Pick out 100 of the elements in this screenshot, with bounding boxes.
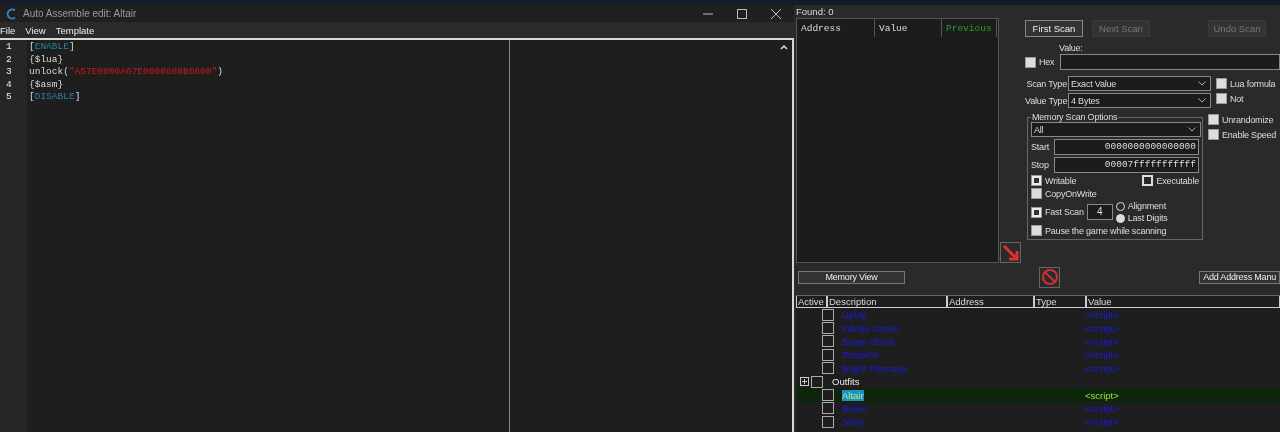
no-entry-icon bbox=[1040, 268, 1059, 286]
checkbox-label: Enable Speed bbox=[1222, 129, 1277, 140]
line-number: 1 bbox=[5, 41, 13, 54]
checkbox[interactable] bbox=[822, 335, 834, 348]
arrow-button[interactable] bbox=[1000, 242, 1021, 263]
window-title: Auto Assemble edit: Altair bbox=[23, 8, 137, 19]
checkbox[interactable] bbox=[1216, 93, 1227, 104]
value-input[interactable] bbox=[1060, 54, 1280, 70]
checkbox[interactable] bbox=[822, 308, 834, 321]
checkbox[interactable] bbox=[1031, 225, 1042, 236]
checkbox-label: Not bbox=[1230, 93, 1244, 104]
memory-view-button[interactable]: Memory View bbox=[798, 270, 905, 284]
column-header[interactable]: Value bbox=[875, 19, 942, 37]
add-address-button[interactable]: Add Address Manu bbox=[1199, 270, 1280, 284]
code-line: [ENABLE] bbox=[29, 41, 76, 54]
column-header[interactable]: Address bbox=[797, 19, 875, 37]
menu-item[interactable]: File bbox=[0, 24, 16, 36]
checkbox[interactable] bbox=[822, 402, 834, 415]
entry-description: Uplay bbox=[842, 309, 867, 321]
scroll-up-icon[interactable] bbox=[780, 44, 788, 50]
checkbox[interactable] bbox=[822, 389, 834, 402]
menu-item[interactable]: Template bbox=[55, 24, 95, 36]
value-label: Value: bbox=[1059, 43, 1084, 53]
close-icon[interactable] bbox=[770, 7, 782, 20]
entry-description: Bright Plumage bbox=[842, 362, 907, 374]
scan-button[interactable]: First Scan bbox=[1025, 20, 1083, 37]
checkbox[interactable] bbox=[1208, 114, 1219, 125]
table-row[interactable]: Altair <script> bbox=[796, 388, 1280, 402]
checkbox[interactable] bbox=[811, 375, 823, 388]
column-header[interactable]: Previous bbox=[942, 19, 997, 37]
column-header[interactable]: Value bbox=[1086, 296, 1280, 308]
column-header[interactable]: Type bbox=[1034, 296, 1086, 308]
entry-value: <script> bbox=[1085, 335, 1119, 347]
scan-type-dropdown[interactable]: Exact Value bbox=[1068, 76, 1211, 91]
checkbox-label: Executable bbox=[1156, 175, 1199, 186]
app-logo-icon bbox=[6, 7, 18, 20]
entry-description: Tempest bbox=[842, 349, 878, 361]
stop-button[interactable] bbox=[1039, 266, 1060, 288]
checkbox-label: Lua formula bbox=[1230, 78, 1276, 89]
column-header[interactable]: Address bbox=[947, 296, 1034, 308]
region-dropdown[interactable]: All bbox=[1031, 122, 1201, 137]
checkbox-label: CopyOnWrite bbox=[1045, 188, 1097, 199]
scan-type-label: Scan Type bbox=[1025, 78, 1067, 89]
code-line: {$lua} bbox=[29, 53, 65, 67]
radio-label: Alignment bbox=[1127, 201, 1166, 211]
entry-value: <script> bbox=[1085, 416, 1119, 428]
radio-button[interactable] bbox=[1115, 201, 1125, 211]
chevron-down-icon bbox=[1198, 98, 1206, 103]
code-line: unlock("A57E0800A67E0800888B0800") bbox=[29, 66, 224, 79]
group-title: Memory Scan Options bbox=[1031, 112, 1119, 122]
chevron-down-icon bbox=[1188, 127, 1196, 132]
table-row[interactable]: Outfits bbox=[796, 374, 1280, 389]
menu-item[interactable]: View bbox=[25, 24, 46, 36]
line-number: 5 bbox=[5, 91, 13, 104]
fast-scan-field[interactable]: 4 bbox=[1086, 204, 1113, 220]
results-list[interactable]: Address Value Previous bbox=[796, 18, 999, 263]
entry-value: <script> bbox=[1085, 362, 1119, 374]
entry-value: <script> bbox=[1085, 402, 1119, 414]
radio-button[interactable] bbox=[1115, 213, 1125, 223]
stop-address-field[interactable]: 00007fffffffffff bbox=[1054, 157, 1199, 173]
radio-label: Last Digits bbox=[1127, 213, 1168, 223]
expand-icon[interactable] bbox=[800, 377, 809, 387]
value-type-label: Value Type bbox=[1025, 95, 1067, 106]
entry-description: Altair bbox=[842, 389, 864, 401]
entry-value: <script> bbox=[1085, 389, 1119, 401]
entry-description: Bellec bbox=[842, 402, 868, 414]
checkbox[interactable] bbox=[1025, 56, 1036, 68]
line-number: 2 bbox=[5, 53, 13, 67]
maximize-icon[interactable] bbox=[736, 7, 748, 20]
line-number: 3 bbox=[5, 66, 13, 79]
checkbox[interactable] bbox=[822, 348, 834, 361]
checkbox[interactable] bbox=[1031, 188, 1042, 199]
value-type-dropdown[interactable]: 4 Bytes bbox=[1068, 93, 1211, 108]
checkbox-label: Hex bbox=[1039, 57, 1055, 67]
column-header[interactable]: Description bbox=[827, 296, 947, 308]
checkbox-label: Fast Scan bbox=[1045, 207, 1084, 217]
found-count: Found: 0 bbox=[796, 5, 835, 18]
entry-value: <script> bbox=[1085, 322, 1119, 334]
start-address-field[interactable]: 0000000000000000 bbox=[1054, 139, 1199, 155]
entry-value: <script> bbox=[1085, 349, 1119, 361]
checkbox-label: Writable bbox=[1045, 175, 1077, 186]
checkbox[interactable] bbox=[1216, 78, 1227, 89]
code-line: {$asm} bbox=[29, 78, 65, 92]
chevron-down-icon bbox=[1198, 81, 1206, 86]
checkbox[interactable] bbox=[822, 362, 834, 375]
checkbox[interactable] bbox=[822, 322, 834, 335]
checkbox[interactable] bbox=[822, 415, 834, 428]
group-description: Outfits bbox=[832, 376, 860, 388]
column-header[interactable]: Active bbox=[796, 296, 827, 308]
checkbox[interactable] bbox=[1031, 175, 1042, 186]
checkbox[interactable] bbox=[1031, 206, 1042, 218]
start-label: Start bbox=[1031, 142, 1050, 152]
checkbox[interactable] bbox=[1208, 129, 1219, 140]
entry-description: Shay bbox=[842, 416, 864, 428]
checkbox-label: Unrandomize bbox=[1222, 114, 1274, 125]
entry-description: Beige Ghost bbox=[842, 335, 895, 347]
line-number: 4 bbox=[5, 78, 13, 92]
code-line: [DISABLE] bbox=[29, 91, 82, 104]
stop-label: Stop bbox=[1031, 160, 1050, 170]
arrow-icon bbox=[1001, 243, 1020, 262]
